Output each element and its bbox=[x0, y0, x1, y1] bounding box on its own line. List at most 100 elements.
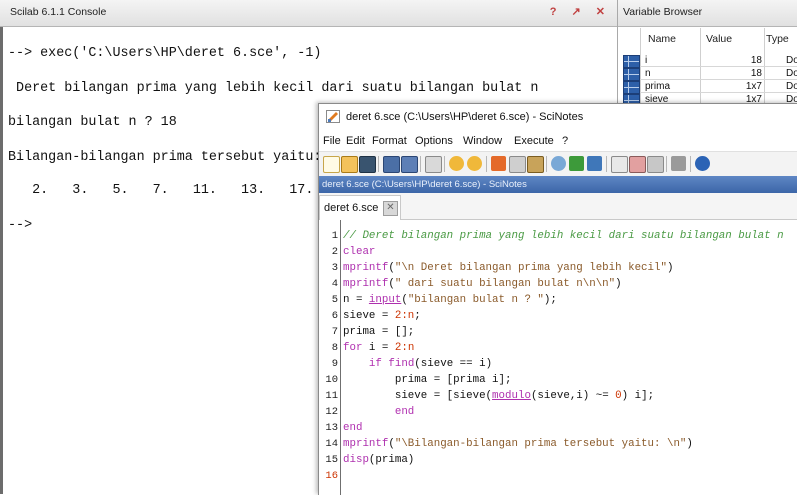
keyword: if bbox=[368, 358, 382, 370]
column-header-name[interactable]: Name bbox=[648, 33, 676, 45]
file-path-bar: deret 6.sce (C:\Users\HP\deret 6.sce) - … bbox=[319, 176, 797, 193]
toolbar-separator bbox=[378, 156, 379, 172]
scinotes-window[interactable]: deret 6.sce (C:\Users\HP\deret 6.sce) - … bbox=[318, 103, 797, 495]
console-line: --> exec('C:\Users\HP\deret 6.sce', -1) bbox=[8, 46, 322, 61]
close-tools-icon[interactable] bbox=[671, 156, 686, 171]
menu-file[interactable]: File bbox=[323, 135, 341, 147]
redo-icon[interactable] bbox=[467, 156, 482, 171]
copy-icon[interactable] bbox=[509, 156, 526, 173]
line-number: 6 bbox=[331, 310, 338, 322]
keyword: for bbox=[343, 342, 363, 354]
column-header-value[interactable]: Value bbox=[706, 33, 732, 45]
paste-icon[interactable] bbox=[527, 156, 544, 173]
code-text: (sieve == i) bbox=[414, 358, 493, 370]
cut-icon[interactable] bbox=[491, 156, 506, 171]
line-number: 1 bbox=[331, 230, 338, 242]
toolbar bbox=[319, 151, 797, 177]
open-folder-icon[interactable] bbox=[359, 156, 376, 173]
line-number: 5 bbox=[331, 294, 338, 306]
function-link[interactable]: modulo bbox=[492, 390, 531, 402]
code-line: clear bbox=[343, 246, 375, 258]
function-call: disp bbox=[343, 454, 369, 466]
console-line: Deret bilangan prima yang lebih kecil da… bbox=[8, 81, 539, 96]
scinotes-titlebar[interactable]: deret 6.sce (C:\Users\HP\deret 6.sce) - … bbox=[319, 104, 797, 130]
function-link[interactable]: input bbox=[369, 294, 401, 306]
function-call: find bbox=[388, 358, 415, 370]
console-window-controls[interactable]: ? ↗ ✕ bbox=[550, 5, 611, 18]
variable-name: n bbox=[645, 68, 651, 79]
save-as-icon[interactable] bbox=[401, 156, 418, 173]
close-tab-icon[interactable]: ✕ bbox=[383, 201, 398, 216]
variable-row[interactable]: i 18 Do bbox=[618, 55, 797, 68]
toolbar-separator bbox=[606, 156, 607, 172]
variable-value: 18 bbox=[750, 68, 762, 79]
string-literal: "\n Deret bilangan prima yang lebih keci… bbox=[394, 262, 667, 274]
console-line: Bilangan-bilangan prima tersebut yaitu: bbox=[8, 150, 322, 165]
line-number: 13 bbox=[325, 422, 338, 434]
variable-icon bbox=[623, 81, 640, 94]
console-line: bilangan bulat n ? 18 bbox=[8, 115, 177, 130]
execute-save-icon[interactable] bbox=[587, 156, 602, 171]
toolbar-separator bbox=[420, 156, 421, 172]
menu-edit[interactable]: Edit bbox=[346, 135, 365, 147]
file-path: deret 6.sce (C:\Users\HP\deret 6.sce) - … bbox=[322, 179, 527, 190]
column-header-type[interactable]: Type bbox=[766, 33, 789, 45]
variable-row[interactable]: n 18 Do bbox=[618, 68, 797, 81]
line-number: 15 bbox=[325, 454, 338, 466]
open-file-icon[interactable] bbox=[341, 156, 358, 173]
line-number-gutter: 1 2 3 4 5 6 7 8 9 10 11 12 13 14 15 16 bbox=[319, 220, 341, 495]
code-line: mprintf("\n Deret bilangan prima yang le… bbox=[343, 262, 674, 274]
code-line: prima = [prima i]; bbox=[343, 374, 512, 386]
line-number: 11 bbox=[325, 390, 338, 402]
code-editor[interactable]: 1 2 3 4 5 6 7 8 9 10 11 12 13 14 15 16 /… bbox=[319, 220, 797, 495]
print-icon[interactable] bbox=[425, 156, 442, 173]
code-line: prima = []; bbox=[343, 326, 414, 338]
console-titlebar: Scilab 6.1.1 Console ? ↗ ✕ bbox=[0, 0, 617, 27]
row-divider bbox=[640, 92, 797, 93]
save-icon[interactable] bbox=[383, 156, 400, 173]
tab-label: deret 6.sce bbox=[324, 202, 379, 214]
number-literal: 2:n bbox=[394, 310, 415, 322]
help-icon[interactable] bbox=[695, 156, 710, 171]
code-text: ) i]; bbox=[621, 390, 655, 402]
undo-icon[interactable] bbox=[449, 156, 464, 171]
menu-help[interactable]: ? bbox=[562, 135, 568, 147]
toolbar-separator bbox=[486, 156, 487, 172]
tab-deret-6-sce[interactable]: deret 6.sce ✕ bbox=[319, 195, 401, 220]
code-line: mprintf(" dari suatu bilangan bulat n\n\… bbox=[343, 278, 622, 290]
string-literal: " dari suatu bilangan bulat n\n\n" bbox=[394, 278, 616, 290]
toolbar-separator bbox=[666, 156, 667, 172]
code-line: mprintf("\Bilangan-bilangan prima terseb… bbox=[343, 438, 693, 450]
variable-name: i bbox=[645, 55, 648, 66]
scinotes-app-icon bbox=[326, 110, 340, 123]
execute-file-icon[interactable] bbox=[551, 156, 566, 171]
variable-browser-panel[interactable]: Variable Browser Name Value Type i 18 Do… bbox=[618, 0, 797, 110]
line-number: 9 bbox=[331, 358, 338, 370]
code-line: sieve = [sieve(modulo(sieve,i) ~= 0) i]; bbox=[343, 390, 654, 402]
code-text: prima = []; bbox=[343, 326, 415, 338]
code-line: n = input("bilangan bulat n ? "); bbox=[343, 294, 557, 306]
find-icon[interactable] bbox=[647, 156, 664, 173]
menu-format[interactable]: Format bbox=[372, 135, 407, 147]
code-line: // Deret bilangan prima yang lebih kecil… bbox=[343, 230, 784, 242]
run-icon[interactable] bbox=[611, 156, 628, 173]
menu-options[interactable]: Options bbox=[415, 135, 453, 147]
row-divider bbox=[640, 66, 797, 67]
console-prompt[interactable]: --> bbox=[8, 218, 32, 233]
run-selection-icon[interactable] bbox=[629, 156, 646, 173]
code-line: for i = 2:n bbox=[343, 342, 414, 354]
execute-icon[interactable] bbox=[569, 156, 584, 171]
variable-row[interactable]: prima 1x7 Do bbox=[618, 81, 797, 94]
menu-window[interactable]: Window bbox=[463, 135, 502, 147]
new-file-icon[interactable] bbox=[323, 156, 340, 173]
variable-type: Do bbox=[786, 68, 797, 79]
line-number: 4 bbox=[331, 278, 338, 290]
keyword: end bbox=[343, 422, 363, 434]
variable-value: 1x7 bbox=[745, 81, 762, 92]
menu-bar: File Edit Format Options Window Execute … bbox=[319, 131, 797, 151]
tab-bar: deret 6.sce ✕ bbox=[319, 193, 797, 220]
variable-type: Do bbox=[786, 81, 797, 92]
code-text: n = bbox=[343, 294, 369, 306]
variable-icon bbox=[623, 55, 640, 68]
menu-execute[interactable]: Execute bbox=[514, 135, 554, 147]
